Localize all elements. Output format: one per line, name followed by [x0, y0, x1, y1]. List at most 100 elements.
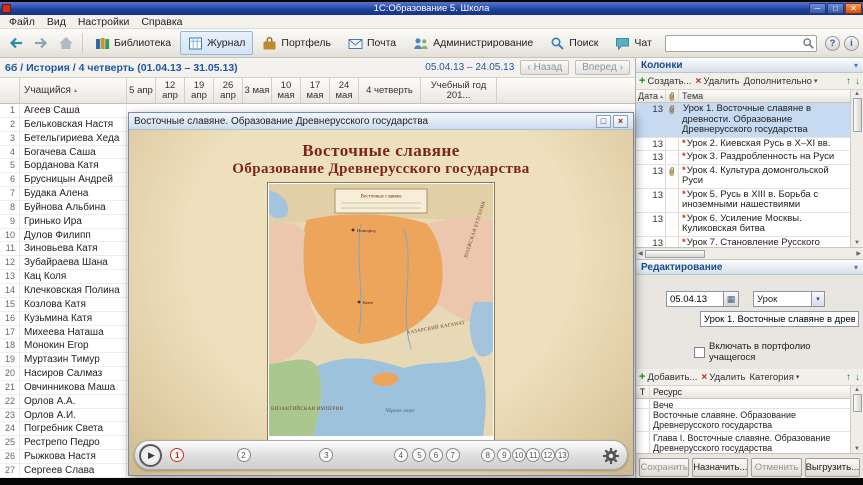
slide-marker[interactable]: 2	[236, 448, 251, 462]
resource-header-cell[interactable]: Ресурс	[650, 386, 850, 398]
slide-marker[interactable]: 6	[429, 448, 444, 462]
lessons-hscrollbar[interactable]: ◀ ▶	[636, 248, 863, 260]
tab-admin[interactable]: Администрирование	[405, 31, 541, 55]
slide-marker[interactable]: 8	[480, 448, 495, 462]
collapse-icon[interactable]: ▾	[854, 61, 858, 70]
lesson-row[interactable]: 13 *Урок 3. Раздробленность на Руси	[636, 151, 850, 165]
date-column-header[interactable]: 17 мая	[301, 78, 330, 103]
slide-marker[interactable]: 4	[393, 448, 408, 462]
slide-marker[interactable]: 13	[555, 448, 570, 462]
export-button[interactable]: Выгрузить...	[804, 458, 861, 477]
lesson-row[interactable]: 13 Урок 1. Восточные славяне в древности…	[636, 103, 850, 138]
scroll-down-icon[interactable]: ▼	[854, 446, 860, 452]
forward-period-button[interactable]: Вперед ›	[575, 60, 630, 75]
popup-maximize-icon[interactable]: □	[596, 114, 611, 128]
lesson-row[interactable]: 13 *Урок 2. Киевская Русь в X–XI вв.	[636, 137, 850, 151]
columns-section-header[interactable]: Колонки ▾	[636, 58, 863, 73]
attachment-header-cell[interactable]	[666, 90, 679, 102]
date-column-header[interactable]: 19 апр	[185, 78, 214, 103]
date-column-header[interactable]: 4 четверть	[359, 78, 421, 103]
slide-marker[interactable]: 5	[412, 448, 427, 462]
tab-search[interactable]: Поиск	[542, 31, 606, 55]
info-icon[interactable]: i	[844, 35, 859, 51]
slide-marker[interactable]: 3	[319, 448, 334, 462]
back-period-button[interactable]: ‹ Назад	[520, 60, 570, 75]
help-button[interactable]: ?	[825, 35, 840, 51]
scrollbar-thumb[interactable]	[852, 394, 862, 412]
delete-resource-button[interactable]: × Удалить	[701, 372, 745, 383]
slide-marker[interactable]: 1	[170, 448, 185, 462]
lesson-row[interactable]: 13 *Урок 5. Русь в XIII в. Борьба с иноз…	[636, 188, 850, 213]
slide-marker[interactable]: 11	[526, 448, 541, 462]
tab-portfolio[interactable]: Портфель	[254, 31, 339, 55]
hscrollbar-thumb[interactable]	[644, 249, 705, 258]
play-button[interactable]: ▶	[139, 444, 162, 467]
type-header-cell[interactable]: Т	[636, 386, 650, 398]
move-up-icon[interactable]: ↑	[846, 372, 851, 383]
slide-marker[interactable]: 7	[445, 448, 460, 462]
menu-file[interactable]: Файл	[3, 16, 41, 28]
move-down-icon[interactable]: ↓	[855, 372, 860, 383]
calendar-icon[interactable]: ▦	[724, 291, 739, 307]
date-column-header[interactable]: Учебный год 201...	[421, 78, 497, 103]
lesson-row[interactable]: 13 *Урок 4. Культура домонгольской Руси	[636, 164, 850, 189]
save-button[interactable]: Сохранить	[639, 458, 690, 477]
menu-settings[interactable]: Настройки	[72, 16, 136, 28]
assign-button[interactable]: Назначить...	[692, 458, 749, 477]
menu-help[interactable]: Справка	[135, 16, 188, 28]
scroll-left-icon[interactable]: ◀	[638, 250, 643, 257]
close-icon[interactable]: ✕	[845, 3, 862, 14]
lesson-row[interactable]: 13 *Урок 6. Усиление Москвы. Куликовская…	[636, 212, 850, 237]
date-column-header[interactable]: 26 апр	[214, 78, 243, 103]
date-column-header[interactable]: 5 апр	[127, 78, 156, 103]
resource-row[interactable]: Глава I. Восточные славяне. Образование …	[636, 432, 850, 453]
forward-button[interactable]	[29, 31, 53, 55]
lesson-topic-field[interactable]	[700, 311, 859, 327]
popup-titlebar[interactable]: Восточные славяне. Образование Древнерус…	[129, 113, 633, 130]
delete-column-button[interactable]: × Удалить	[695, 76, 739, 87]
cancel-button[interactable]: Отменить	[751, 458, 802, 477]
category-button[interactable]: Категория ▾	[749, 372, 799, 383]
lesson-type-select[interactable]: Урок ▾	[753, 291, 825, 307]
resource-row[interactable]: Вече	[636, 399, 850, 409]
add-resource-button[interactable]: + Добавить...	[639, 371, 697, 383]
search-icon[interactable]	[802, 37, 815, 50]
tab-journal[interactable]: Журнал	[180, 31, 254, 55]
menu-view[interactable]: Вид	[41, 16, 72, 28]
scroll-up-icon[interactable]: ▲	[854, 387, 860, 393]
slide-marker[interactable]: 9	[497, 448, 512, 462]
home-button[interactable]	[54, 31, 78, 55]
scroll-down-icon[interactable]: ▼	[854, 240, 860, 246]
move-down-icon[interactable]: ↓	[855, 76, 860, 87]
tab-mail[interactable]: Почта	[340, 31, 404, 55]
tab-chat[interactable]: Чат	[607, 31, 659, 55]
date-column-header[interactable]: 12 апр	[156, 78, 185, 103]
lesson-row[interactable]: 13 *Урок 7. Становление Русского единого…	[636, 236, 850, 247]
move-up-icon[interactable]: ↑	[846, 76, 851, 87]
search-input[interactable]	[665, 34, 817, 52]
maximize-icon[interactable]: □	[827, 3, 844, 14]
topic-header-cell[interactable]: Тема	[679, 90, 850, 102]
lessons-scrollbar[interactable]: ▲ ▼	[850, 90, 863, 247]
lesson-date-field[interactable]	[666, 291, 724, 307]
scroll-up-icon[interactable]: ▲	[854, 91, 860, 97]
date-header-cell[interactable]: Дата ▴	[636, 90, 666, 102]
scrollbar-thumb[interactable]	[852, 98, 862, 132]
minimize-icon[interactable]: ─	[809, 3, 826, 14]
slide-marker[interactable]: 12	[540, 448, 555, 462]
date-column-header[interactable]: 10 мая	[272, 78, 301, 103]
tab-library[interactable]: Библиотека	[87, 31, 179, 55]
more-button[interactable]: Дополнительно ▾	[744, 76, 818, 87]
student-column-header[interactable]: Учащийся ▴	[20, 78, 127, 103]
collapse-icon[interactable]: ▾	[854, 263, 858, 272]
scroll-right-icon[interactable]: ▶	[856, 250, 861, 257]
popup-close-icon[interactable]: ×	[613, 114, 628, 128]
resource-row[interactable]: Восточные славяне. Образование Древнерус…	[636, 409, 850, 432]
portfolio-checkbox[interactable]	[694, 346, 705, 358]
date-column-header[interactable]: 24 мая	[330, 78, 359, 103]
back-button[interactable]	[4, 31, 28, 55]
resources-scrollbar[interactable]: ▲ ▼	[850, 386, 863, 453]
date-column-header[interactable]: 3 мая	[243, 78, 272, 103]
create-column-button[interactable]: + Создать...	[639, 75, 691, 87]
slide-marker[interactable]: 10	[511, 448, 526, 462]
